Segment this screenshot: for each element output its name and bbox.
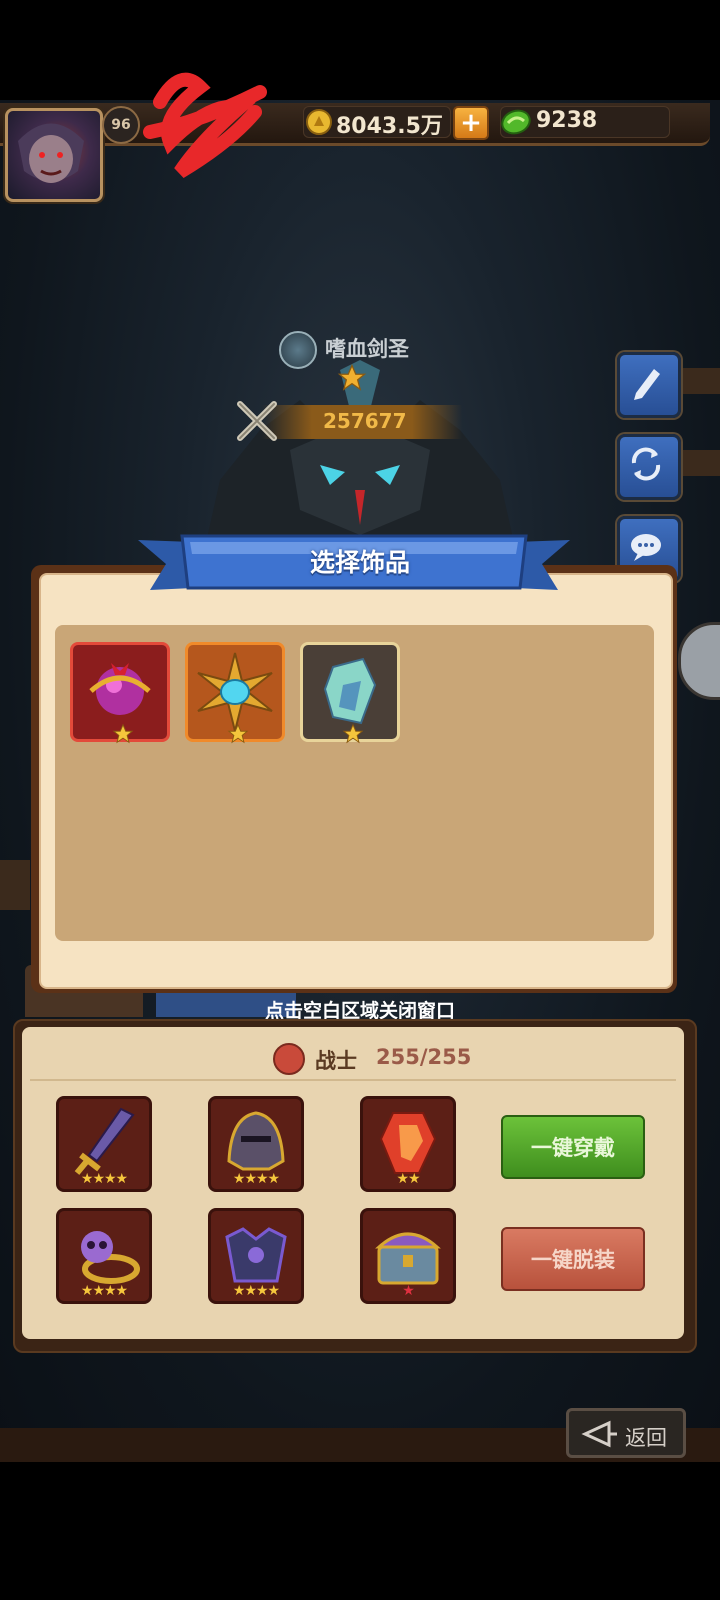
combat-power: 257677 [323, 409, 407, 433]
slot-helmet[interactable]: ★★★★ [208, 1096, 304, 1192]
slot-armor[interactable]: ★★★★ [208, 1208, 304, 1304]
switch-button[interactable] [617, 434, 681, 500]
hero-star-icon [337, 363, 367, 391]
back-button[interactable]: 返回 [566, 1408, 686, 1458]
player-avatar[interactable] [5, 108, 103, 202]
side-tab [678, 368, 720, 394]
item-pink-orb[interactable] [70, 642, 170, 744]
warrior-class-icon [273, 1043, 305, 1075]
add-gold-button[interactable]: + [453, 106, 489, 140]
crossed-swords-icon [237, 401, 277, 441]
star-rating: ★★ [396, 1171, 420, 1187]
side-tab [678, 450, 720, 476]
star-icon [342, 723, 364, 744]
equip-all-button[interactable]: 一键穿戴 [501, 1115, 645, 1179]
star-rating: ★★★★ [80, 1171, 128, 1187]
star-rating: ★★★★ [232, 1171, 280, 1187]
slot-chest[interactable]: ★ [360, 1208, 456, 1304]
class-label: 战士 [315, 1049, 357, 1073]
slot-sword[interactable]: ★★★★ [56, 1096, 152, 1192]
star-rating: ★★★★ [80, 1283, 128, 1299]
divider [30, 1079, 676, 1081]
item-crystal-stone[interactable] [300, 642, 400, 744]
pencil-icon [634, 369, 660, 400]
slot-skull-ring[interactable]: ★★★★ [56, 1208, 152, 1304]
slot-red-gem[interactable]: ★★ [360, 1096, 456, 1192]
refresh-icon [631, 447, 661, 481]
star-rating: ★★★★ [232, 1283, 280, 1299]
equip-count: 255/255 [376, 1045, 472, 1069]
back-label: 返回 [625, 1426, 667, 1450]
back-arrow-icon [581, 1420, 617, 1448]
star-icon [227, 723, 249, 744]
left-arrow-tab [0, 860, 30, 910]
hero-class-icon [279, 331, 317, 369]
star-icon [112, 723, 134, 744]
modal-title: 选择饰品 [309, 548, 410, 577]
gold-amount: 8043.5万 [336, 114, 443, 139]
gem-amount: 9238 [536, 108, 598, 133]
redaction-scribble [143, 72, 267, 179]
green-gem-icon [501, 109, 531, 135]
gold-coin-icon [306, 109, 332, 135]
player-level: 96 [102, 106, 140, 144]
rename-button[interactable] [617, 352, 681, 418]
star-rating: ★ [402, 1283, 415, 1299]
item-golden-amulet[interactable] [185, 642, 285, 744]
hero-name: 嗜血剑圣 [325, 337, 409, 361]
unequip-all-button[interactable]: 一键脱装 [501, 1227, 645, 1291]
